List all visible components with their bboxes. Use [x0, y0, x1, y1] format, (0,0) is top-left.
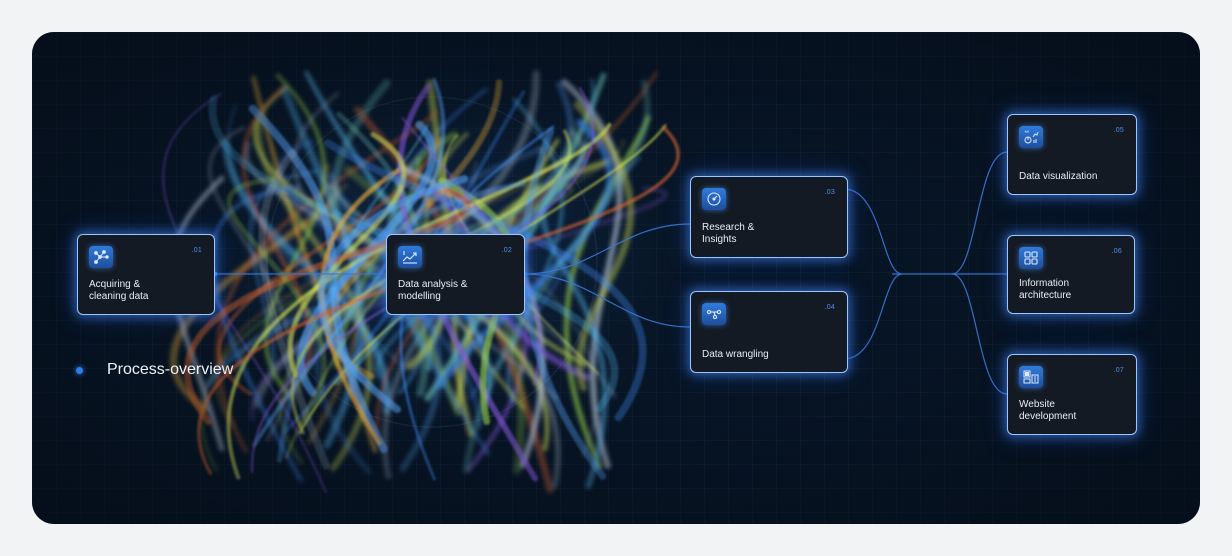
node-label: Research & Insights [702, 222, 755, 245]
website-layout-icon [1019, 366, 1043, 388]
connector-03-hub [843, 188, 903, 275]
legend-dot [76, 366, 83, 374]
connector-04-hub [843, 273, 903, 360]
process-node-04[interactable]: .04 Data wrangling [690, 291, 848, 373]
process-node-07[interactable]: .07 Website development [1007, 354, 1137, 435]
node-number: .03 [824, 189, 835, 196]
node-label: Acquiring & cleaning data [89, 279, 149, 302]
node-number: .01 [191, 247, 202, 254]
connector-02-03 [524, 223, 691, 275]
node-number: .02 [501, 247, 512, 254]
node-number: .04 [824, 304, 835, 311]
node-number: .07 [1113, 367, 1124, 374]
node-label: Information architecture [1019, 278, 1072, 301]
connector-02-04 [524, 273, 691, 328]
grid-blocks-icon [1019, 247, 1043, 269]
node-label: Data visualization [1019, 171, 1098, 182]
node-label: Data analysis & modelling [398, 279, 468, 302]
chart-dashboard-icon [1019, 126, 1043, 148]
node-number: .06 [1111, 248, 1122, 255]
node-label: Data wrangling [702, 349, 769, 360]
flow-connectors-icon [702, 303, 726, 325]
connector-hub-07 [951, 273, 1008, 395]
legend: Process-overview [76, 361, 233, 379]
legend-label: Process-overview [107, 361, 234, 378]
trend-chart-icon [398, 246, 422, 268]
node-number: .05 [1113, 127, 1124, 134]
network-nodes-icon [89, 246, 113, 268]
process-node-01[interactable]: .01 Acquiring & cleaning data [77, 234, 215, 315]
node-label: Website development [1019, 399, 1077, 422]
gauge-icon [702, 188, 726, 210]
process-node-06[interactable]: .06 Information architecture [1007, 235, 1135, 314]
process-node-03[interactable]: .03 Research & Insights [690, 176, 848, 258]
diagram-panel: Process-overview .01 Acquiring & cleanin… [32, 32, 1200, 524]
process-node-05[interactable]: .05 Data visualization [1007, 114, 1137, 195]
process-node-02[interactable]: .02 Data analysis & modelling [386, 234, 525, 315]
connector-hub-05 [951, 151, 1008, 275]
